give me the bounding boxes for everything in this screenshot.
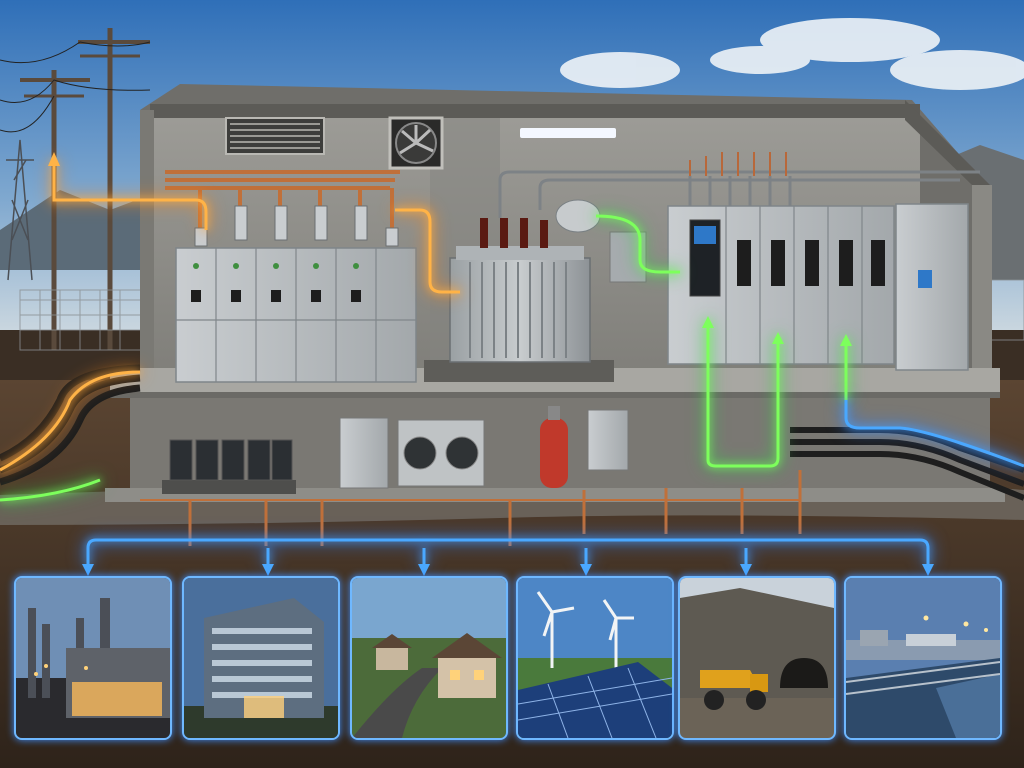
- factory-icon: [16, 578, 170, 738]
- destination-residential-neighborhood: [350, 576, 508, 740]
- hvac-units: [397, 419, 485, 487]
- exhaust-fan: [388, 116, 444, 170]
- ventilation-louver: [225, 117, 325, 155]
- house-icon: [352, 578, 506, 738]
- medium-voltage-switchgear: [175, 247, 417, 383]
- mining-truck-icon: [680, 578, 834, 738]
- building-icon: [184, 578, 338, 738]
- destination-water-treatment-plant: [844, 576, 1002, 740]
- ceiling-light: [520, 128, 616, 138]
- destination-renewable-energy-farm: [516, 576, 674, 740]
- wind-solar-icon: [518, 578, 672, 738]
- conservator-tank: [555, 199, 601, 233]
- battery-bank: [162, 439, 296, 494]
- ups-cabinet: [339, 417, 389, 489]
- destination-industrial-plant: [14, 576, 172, 740]
- electrical-panel: [587, 409, 629, 471]
- destination-mining-site: [678, 576, 836, 740]
- water-plant-icon: [846, 578, 1000, 738]
- destination-office-building: [182, 576, 340, 740]
